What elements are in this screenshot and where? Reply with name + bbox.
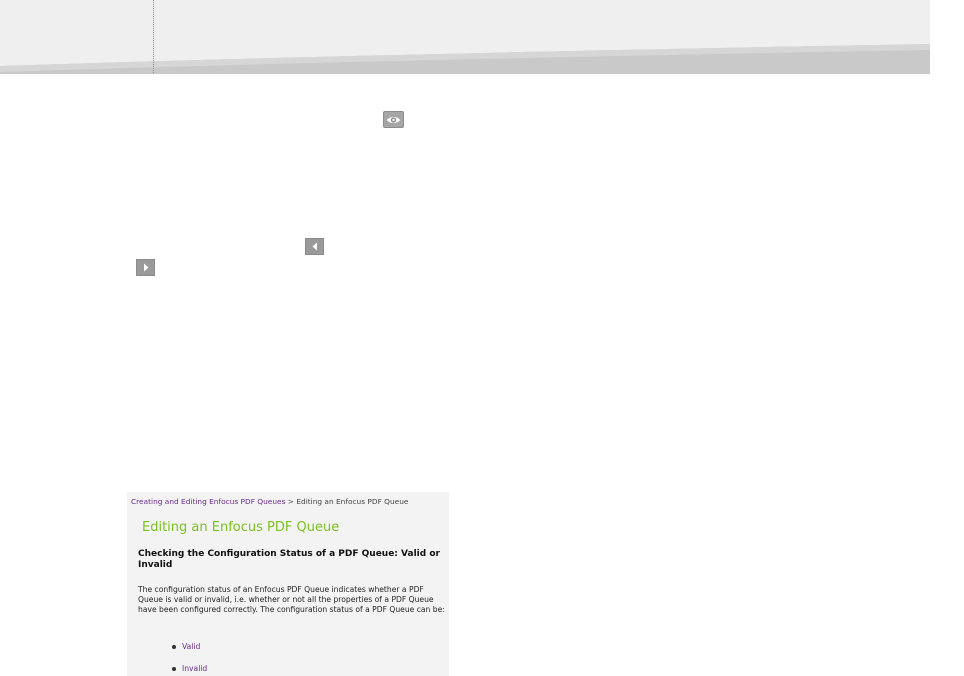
header-divider (153, 0, 154, 73)
triangle-right-icon (143, 263, 148, 272)
valid-link[interactable]: Valid (182, 642, 200, 651)
page-header (0, 0, 964, 76)
invalid-link[interactable]: Invalid (182, 664, 207, 673)
breadcrumb-current: Editing an Enfocus PDF Queue (296, 497, 409, 506)
eye-icon (387, 116, 400, 123)
breadcrumb-separator: > (285, 497, 297, 506)
list-item: Valid (172, 642, 207, 664)
triangle-left-icon (312, 242, 317, 251)
preview-button[interactable] (383, 111, 404, 128)
page-title: Editing an Enfocus PDF Queue (142, 520, 340, 535)
breadcrumb-link[interactable]: Creating and Editing Enfocus PDF Queues (131, 497, 285, 506)
header-background (0, 0, 964, 76)
previous-button[interactable] (305, 238, 324, 255)
breadcrumb: Creating and Editing Enfocus PDF Queues … (131, 497, 408, 506)
status-list: Valid Invalid (172, 642, 207, 676)
help-topic-panel: Creating and Editing Enfocus PDF Queues … (127, 492, 449, 676)
body-paragraph: The configuration status of an Enfocus P… (138, 585, 445, 614)
next-button[interactable] (136, 259, 155, 276)
section-heading: Checking the Configuration Status of a P… (138, 549, 440, 570)
list-item: Invalid (172, 664, 207, 676)
